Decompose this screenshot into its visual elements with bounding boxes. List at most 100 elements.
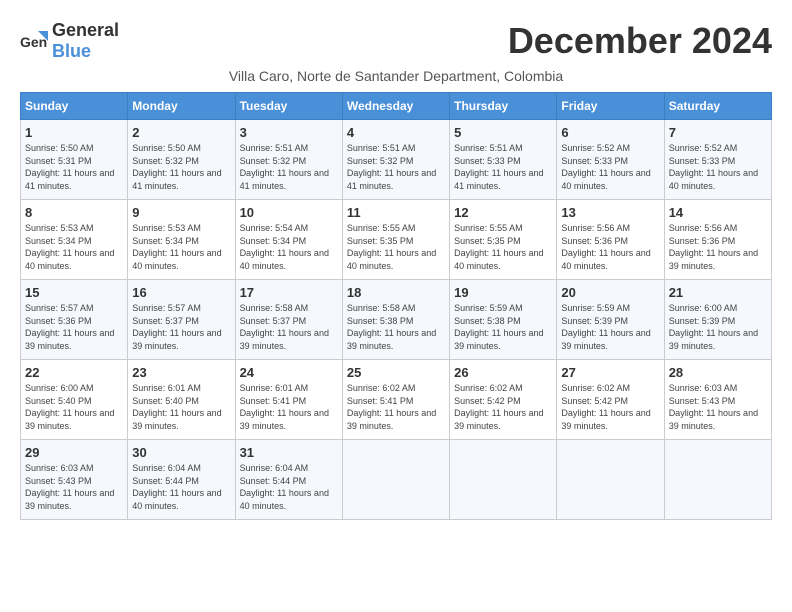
daylight-label: Daylight: 11 hours and 39 minutes. <box>347 408 436 431</box>
day-info: Sunrise: 5:58 AM Sunset: 5:37 PM Dayligh… <box>240 302 338 352</box>
daylight-label: Daylight: 11 hours and 39 minutes. <box>454 408 543 431</box>
calendar-week-row: 22 Sunrise: 6:00 AM Sunset: 5:40 PM Dayl… <box>21 360 772 440</box>
day-info: Sunrise: 6:01 AM Sunset: 5:40 PM Dayligh… <box>132 382 230 432</box>
logo-general: General <box>52 20 119 40</box>
month-title: December 2024 <box>508 20 772 62</box>
day-number: 11 <box>347 205 445 220</box>
day-info: Sunrise: 5:59 AM Sunset: 5:38 PM Dayligh… <box>454 302 552 352</box>
sunset-label: Sunset: 5:43 PM <box>669 396 736 406</box>
sunrise-label: Sunrise: 5:59 AM <box>561 303 630 313</box>
header-area: Gen General Blue December 2024 <box>20 20 772 62</box>
day-number: 30 <box>132 445 230 460</box>
sunrise-label: Sunrise: 6:02 AM <box>347 383 416 393</box>
header-thursday: Thursday <box>450 93 557 120</box>
day-number: 18 <box>347 285 445 300</box>
table-row: 30 Sunrise: 6:04 AM Sunset: 5:44 PM Dayl… <box>128 440 235 520</box>
day-info: Sunrise: 6:02 AM Sunset: 5:42 PM Dayligh… <box>454 382 552 432</box>
header-friday: Friday <box>557 93 664 120</box>
day-info: Sunrise: 5:52 AM Sunset: 5:33 PM Dayligh… <box>669 142 767 192</box>
day-number: 9 <box>132 205 230 220</box>
sunrise-label: Sunrise: 5:53 AM <box>25 223 94 233</box>
sunrise-label: Sunrise: 6:02 AM <box>561 383 630 393</box>
table-row: 4 Sunrise: 5:51 AM Sunset: 5:32 PM Dayli… <box>342 120 449 200</box>
sunset-label: Sunset: 5:41 PM <box>347 396 414 406</box>
day-number: 19 <box>454 285 552 300</box>
header-wednesday: Wednesday <box>342 93 449 120</box>
daylight-label: Daylight: 11 hours and 39 minutes. <box>25 328 114 351</box>
sunset-label: Sunset: 5:37 PM <box>240 316 307 326</box>
day-number: 21 <box>669 285 767 300</box>
table-row: 13 Sunrise: 5:56 AM Sunset: 5:36 PM Dayl… <box>557 200 664 280</box>
table-row: 8 Sunrise: 5:53 AM Sunset: 5:34 PM Dayli… <box>21 200 128 280</box>
sunset-label: Sunset: 5:39 PM <box>561 316 628 326</box>
header-tuesday: Tuesday <box>235 93 342 120</box>
sunrise-label: Sunrise: 6:01 AM <box>240 383 309 393</box>
table-row: 12 Sunrise: 5:55 AM Sunset: 5:35 PM Dayl… <box>450 200 557 280</box>
day-number: 29 <box>25 445 123 460</box>
table-row <box>342 440 449 520</box>
table-row: 17 Sunrise: 5:58 AM Sunset: 5:37 PM Dayl… <box>235 280 342 360</box>
calendar-week-row: 15 Sunrise: 5:57 AM Sunset: 5:36 PM Dayl… <box>21 280 772 360</box>
sunrise-label: Sunrise: 5:52 AM <box>561 143 630 153</box>
sunrise-label: Sunrise: 6:01 AM <box>132 383 201 393</box>
sunrise-label: Sunrise: 5:50 AM <box>132 143 201 153</box>
day-info: Sunrise: 6:03 AM Sunset: 5:43 PM Dayligh… <box>25 462 123 512</box>
day-number: 31 <box>240 445 338 460</box>
table-row: 16 Sunrise: 5:57 AM Sunset: 5:37 PM Dayl… <box>128 280 235 360</box>
daylight-label: Daylight: 11 hours and 39 minutes. <box>561 408 650 431</box>
table-row: 20 Sunrise: 5:59 AM Sunset: 5:39 PM Dayl… <box>557 280 664 360</box>
table-row: 29 Sunrise: 6:03 AM Sunset: 5:43 PM Dayl… <box>21 440 128 520</box>
daylight-label: Daylight: 11 hours and 41 minutes. <box>25 168 114 191</box>
sunrise-label: Sunrise: 5:51 AM <box>240 143 309 153</box>
day-number: 7 <box>669 125 767 140</box>
daylight-label: Daylight: 11 hours and 40 minutes. <box>132 248 221 271</box>
sunset-label: Sunset: 5:44 PM <box>132 476 199 486</box>
sunrise-label: Sunrise: 5:51 AM <box>454 143 523 153</box>
sunrise-label: Sunrise: 5:58 AM <box>240 303 309 313</box>
daylight-label: Daylight: 11 hours and 41 minutes. <box>132 168 221 191</box>
day-info: Sunrise: 6:03 AM Sunset: 5:43 PM Dayligh… <box>669 382 767 432</box>
day-info: Sunrise: 6:01 AM Sunset: 5:41 PM Dayligh… <box>240 382 338 432</box>
sunset-label: Sunset: 5:32 PM <box>347 156 414 166</box>
day-number: 24 <box>240 365 338 380</box>
day-info: Sunrise: 5:51 AM Sunset: 5:33 PM Dayligh… <box>454 142 552 192</box>
day-number: 23 <box>132 365 230 380</box>
daylight-label: Daylight: 11 hours and 40 minutes. <box>240 248 329 271</box>
sunrise-label: Sunrise: 6:00 AM <box>25 383 94 393</box>
sunrise-label: Sunrise: 5:56 AM <box>669 223 738 233</box>
day-info: Sunrise: 6:04 AM Sunset: 5:44 PM Dayligh… <box>132 462 230 512</box>
day-number: 2 <box>132 125 230 140</box>
sunset-label: Sunset: 5:34 PM <box>132 236 199 246</box>
daylight-label: Daylight: 11 hours and 39 minutes. <box>132 328 221 351</box>
daylight-label: Daylight: 11 hours and 39 minutes. <box>561 328 650 351</box>
day-number: 5 <box>454 125 552 140</box>
daylight-label: Daylight: 11 hours and 39 minutes. <box>132 408 221 431</box>
table-row: 21 Sunrise: 6:00 AM Sunset: 5:39 PM Dayl… <box>664 280 771 360</box>
day-info: Sunrise: 5:55 AM Sunset: 5:35 PM Dayligh… <box>347 222 445 272</box>
calendar-table: Sunday Monday Tuesday Wednesday Thursday… <box>20 92 772 520</box>
daylight-label: Daylight: 11 hours and 39 minutes. <box>25 408 114 431</box>
day-info: Sunrise: 5:56 AM Sunset: 5:36 PM Dayligh… <box>669 222 767 272</box>
daylight-label: Daylight: 11 hours and 40 minutes. <box>669 168 758 191</box>
table-row: 26 Sunrise: 6:02 AM Sunset: 5:42 PM Dayl… <box>450 360 557 440</box>
day-number: 17 <box>240 285 338 300</box>
day-number: 3 <box>240 125 338 140</box>
sunset-label: Sunset: 5:33 PM <box>454 156 521 166</box>
sunrise-label: Sunrise: 5:55 AM <box>454 223 523 233</box>
day-number: 14 <box>669 205 767 220</box>
calendar-week-row: 8 Sunrise: 5:53 AM Sunset: 5:34 PM Dayli… <box>21 200 772 280</box>
day-number: 8 <box>25 205 123 220</box>
sunrise-label: Sunrise: 5:52 AM <box>669 143 738 153</box>
table-row: 28 Sunrise: 6:03 AM Sunset: 5:43 PM Dayl… <box>664 360 771 440</box>
day-number: 16 <box>132 285 230 300</box>
calendar-week-row: 29 Sunrise: 6:03 AM Sunset: 5:43 PM Dayl… <box>21 440 772 520</box>
header-sunday: Sunday <box>21 93 128 120</box>
daylight-label: Daylight: 11 hours and 40 minutes. <box>25 248 114 271</box>
sunset-label: Sunset: 5:38 PM <box>347 316 414 326</box>
day-number: 1 <box>25 125 123 140</box>
day-info: Sunrise: 5:50 AM Sunset: 5:31 PM Dayligh… <box>25 142 123 192</box>
calendar-week-row: 1 Sunrise: 5:50 AM Sunset: 5:31 PM Dayli… <box>21 120 772 200</box>
table-row: 9 Sunrise: 5:53 AM Sunset: 5:34 PM Dayli… <box>128 200 235 280</box>
table-row: 6 Sunrise: 5:52 AM Sunset: 5:33 PM Dayli… <box>557 120 664 200</box>
table-row: 10 Sunrise: 5:54 AM Sunset: 5:34 PM Dayl… <box>235 200 342 280</box>
